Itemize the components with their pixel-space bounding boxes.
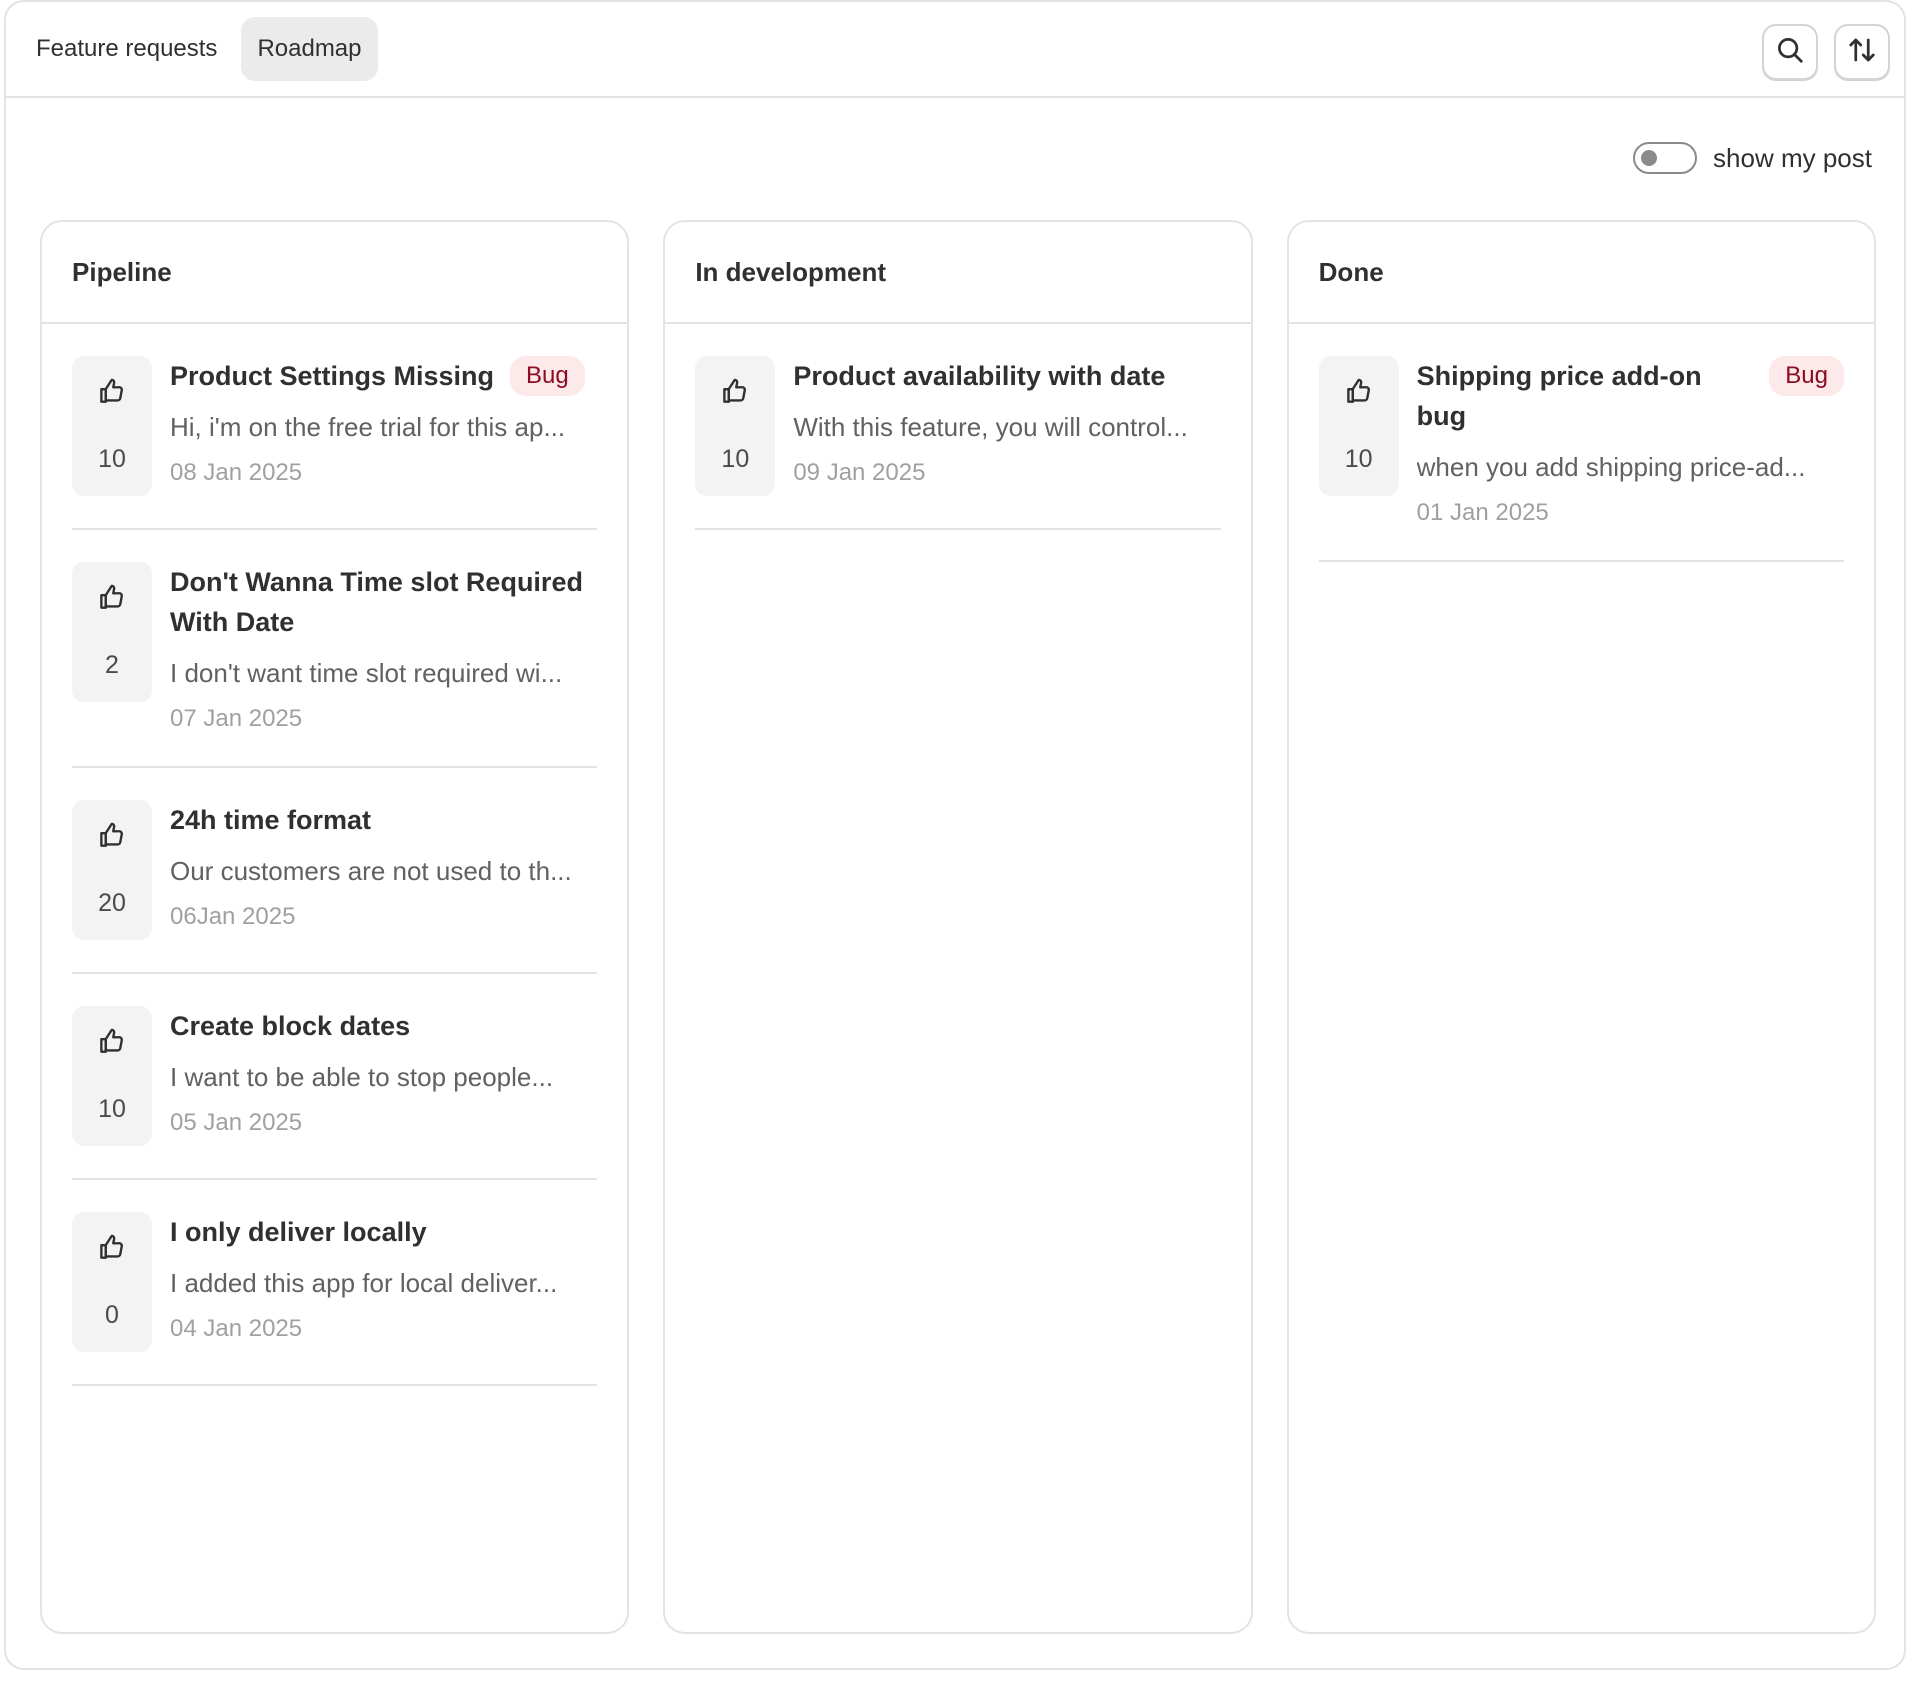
show-my-post-label: show my post (1713, 142, 1872, 173)
post-description: I don't want time slot required wi... (170, 658, 563, 688)
upvote-button[interactable]: 10 (695, 356, 776, 496)
post-title[interactable]: I only deliver locally (170, 1212, 427, 1252)
post-title-row: Shipping price add-on bug Bug (1417, 356, 1844, 436)
post-description: With this feature, you will control... (793, 412, 1188, 442)
search-button[interactable] (1762, 24, 1818, 80)
post-content: Product Settings Missing Bug Hi, i'm on … (170, 356, 597, 496)
post-title[interactable]: Product Settings Missing (170, 356, 494, 396)
thumbs-up-icon (1344, 376, 1374, 411)
post-title-row: 24h time format (170, 800, 597, 840)
post-title[interactable]: Product availability with date (793, 356, 1165, 396)
roadmap-columns: Pipeline 10 Product Settings Missing Bug… (40, 220, 1876, 1634)
post-content: 24h time format Our customers are not us… (170, 800, 597, 940)
post-content: Create block dates I want to be able to … (170, 1006, 597, 1146)
post-date: 06Jan 2025 (170, 903, 296, 930)
post-title[interactable]: Shipping price add-on bug (1417, 356, 1754, 436)
post-card[interactable]: 10 Shipping price add-on bug Bug when yo… (1318, 324, 1844, 562)
roadmap-column: Done 10 Shipping price add-on bug Bug wh… (1286, 220, 1876, 1634)
upvote-button[interactable]: 10 (72, 356, 152, 496)
show-my-post-toggle[interactable] (1633, 142, 1698, 174)
thumbs-up-icon (97, 820, 127, 855)
post-title[interactable]: Create block dates (170, 1006, 410, 1046)
top-bar: Feature requests Roadmap (6, 2, 1904, 98)
post-description: I want to be able to stop people... (170, 1062, 554, 1092)
post-content: I only deliver locally I added this app … (170, 1212, 597, 1352)
column-title: Done (1288, 222, 1874, 324)
post-title[interactable]: 24h time format (170, 800, 371, 840)
post-title-row: Product availability with date (793, 356, 1220, 396)
post-title[interactable]: Don't Wanna Time slot Required With Date (170, 562, 597, 642)
post-card[interactable]: 10 Create block dates I want to be able … (72, 974, 598, 1180)
roadmap-column: In development 10 Product availability w… (663, 220, 1253, 1634)
thumbs-up-icon (97, 376, 127, 411)
thumbs-up-icon (720, 376, 750, 411)
post-content: Product availability with date With this… (793, 356, 1220, 496)
roadmap-app: Feature requests Roadmap show my post Pi… (4, 0, 1906, 1670)
tab-feature-requests[interactable]: Feature requests (20, 17, 233, 81)
search-icon (1775, 35, 1805, 70)
thumbs-up-icon (97, 582, 127, 617)
vote-count: 10 (721, 445, 750, 473)
tab-list: Feature requests Roadmap (20, 17, 378, 81)
bug-badge: Bug (1769, 356, 1844, 396)
post-title-row: I only deliver locally (170, 1212, 597, 1252)
post-card[interactable]: 20 24h time format Our customers are not… (72, 768, 598, 974)
column-body: 10 Shipping price add-on bug Bug when yo… (1289, 324, 1874, 562)
post-date: 01 Jan 2025 (1416, 499, 1549, 526)
post-card[interactable]: 10 Product Settings Missing Bug Hi, i'm … (72, 324, 598, 530)
show-my-post-row: show my post (1633, 142, 1872, 174)
thumbs-up-icon (97, 1026, 127, 1061)
post-card[interactable]: 2 Don't Wanna Time slot Required With Da… (72, 530, 598, 768)
vote-count: 0 (105, 1301, 119, 1329)
post-date: 08 Jan 2025 (170, 459, 303, 486)
vote-count: 2 (105, 651, 119, 679)
post-card[interactable]: 0 I only deliver locally I added this ap… (72, 1180, 598, 1386)
upvote-button[interactable]: 2 (72, 562, 152, 702)
post-date: 04 Jan 2025 (170, 1315, 303, 1342)
sort-arrows-icon (1847, 35, 1877, 70)
upvote-button[interactable]: 10 (1318, 356, 1399, 496)
bug-badge: Bug (510, 356, 585, 396)
vote-count: 20 (98, 889, 126, 917)
post-date: 05 Jan 2025 (170, 1109, 303, 1136)
post-date: 09 Jan 2025 (793, 459, 926, 486)
column-body: 10 Product availability with date With t… (665, 324, 1250, 530)
post-description: when you add shipping price-ad... (1416, 452, 1806, 482)
post-title-row: Don't Wanna Time slot Required With Date (170, 562, 597, 642)
column-body: 10 Product Settings Missing Bug Hi, i'm … (42, 324, 627, 1386)
vote-count: 10 (98, 445, 126, 473)
column-title: In development (665, 222, 1251, 324)
upvote-button[interactable]: 20 (72, 800, 152, 940)
thumbs-up-icon (97, 1232, 127, 1267)
sort-button[interactable] (1834, 24, 1890, 80)
post-date: 07 Jan 2025 (170, 705, 303, 732)
upvote-button[interactable]: 10 (72, 1006, 152, 1146)
post-content: Don't Wanna Time slot Required With Date… (170, 562, 597, 734)
upvote-button[interactable]: 0 (72, 1212, 152, 1352)
tab-roadmap[interactable]: Roadmap (241, 17, 378, 81)
post-title-row: Create block dates (170, 1006, 597, 1046)
post-description: Hi, i'm on the free trial for this ap... (170, 412, 566, 442)
roadmap-column: Pipeline 10 Product Settings Missing Bug… (40, 220, 630, 1634)
column-title: Pipeline (42, 222, 628, 324)
toggle-knob (1641, 150, 1658, 166)
post-content: Shipping price add-on bug Bug when you a… (1417, 356, 1844, 528)
post-description: I added this app for local deliver... (170, 1268, 558, 1298)
vote-count: 10 (98, 1095, 126, 1123)
post-description: Our customers are not used to th... (170, 856, 572, 886)
post-title-row: Product Settings Missing Bug (170, 356, 597, 396)
post-card[interactable]: 10 Product availability with date With t… (695, 324, 1221, 530)
top-actions (1762, 24, 1890, 80)
vote-count: 10 (1344, 445, 1373, 473)
